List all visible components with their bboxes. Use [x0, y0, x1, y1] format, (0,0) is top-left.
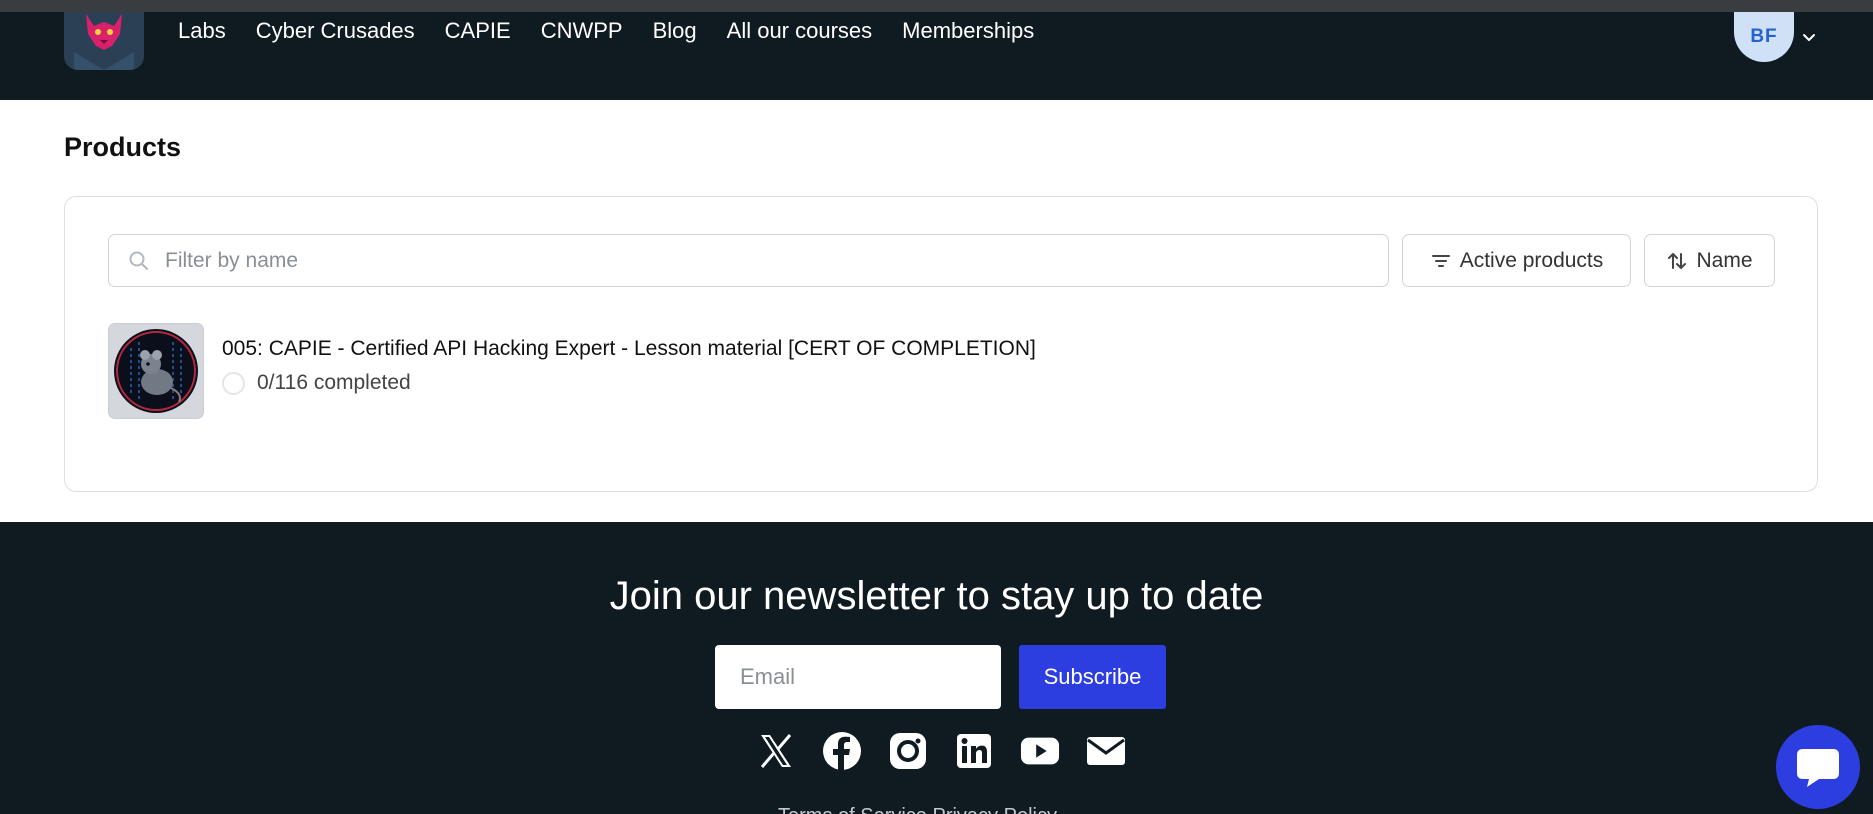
- status-filter-button[interactable]: Active products: [1402, 234, 1631, 287]
- search-icon: [129, 251, 148, 270]
- sort-icon: [1668, 252, 1687, 269]
- chat-bubble-icon: [1797, 749, 1839, 787]
- legal-links[interactable]: Terms of Service Privacy Policy: [778, 805, 1057, 814]
- site-header: Labs Cyber Crusades CAPIE CNWPP Blog All…: [0, 12, 1873, 100]
- progress-ring-icon: [222, 371, 245, 395]
- site-footer: Join our newsletter to stay up to date S…: [0, 522, 1873, 814]
- nav-capie[interactable]: CAPIE: [445, 18, 511, 44]
- nav-labs[interactable]: Labs: [178, 18, 226, 44]
- product-item[interactable]: 005: CAPIE - Certified API Hacking Exper…: [108, 323, 1036, 419]
- avatar: BF: [1734, 12, 1794, 62]
- search-input[interactable]: [165, 248, 1365, 273]
- product-title: 005: CAPIE - Certified API Hacking Exper…: [222, 337, 1036, 360]
- product-thumbnail: [108, 323, 204, 419]
- products-card: Active products Name 005: CAPIE - Certif…: [64, 196, 1818, 492]
- filter-icon: [1431, 254, 1450, 267]
- mail-icon[interactable]: [1086, 730, 1126, 772]
- sort-button[interactable]: Name: [1644, 234, 1775, 287]
- sort-label: Name: [1696, 248, 1753, 272]
- progress-text: 0/116 completed: [257, 371, 411, 394]
- status-filter-label: Active products: [1459, 248, 1604, 272]
- linkedin-icon[interactable]: [954, 730, 994, 772]
- nav-memberships[interactable]: Memberships: [902, 18, 1034, 44]
- email-field[interactable]: [715, 645, 1001, 709]
- facebook-icon[interactable]: [822, 730, 862, 772]
- subscribe-button[interactable]: Subscribe: [1019, 645, 1166, 709]
- rat-image-icon: [114, 329, 198, 413]
- newsletter-title: Join our newsletter to stay up to date: [609, 574, 1264, 618]
- nav-cyber-crusades[interactable]: Cyber Crusades: [256, 18, 415, 44]
- search-box: [108, 234, 1389, 287]
- x-icon[interactable]: [756, 730, 796, 772]
- bat-logo-icon: [64, 12, 144, 70]
- user-menu[interactable]: BF: [1734, 12, 1818, 62]
- nav-blog[interactable]: Blog: [653, 18, 697, 44]
- social-links: [756, 730, 1126, 772]
- nav-all-courses[interactable]: All our courses: [727, 18, 873, 44]
- product-progress: 0/116 completed: [222, 371, 1036, 395]
- site-logo[interactable]: [64, 12, 144, 70]
- page-title: Products: [64, 132, 182, 162]
- instagram-icon[interactable]: [888, 730, 928, 772]
- chat-widget-button[interactable]: [1776, 725, 1860, 809]
- youtube-icon[interactable]: [1020, 730, 1060, 772]
- browser-top-strip: [0, 0, 1873, 12]
- main-nav: Labs Cyber Crusades CAPIE CNWPP Blog All…: [178, 18, 1034, 44]
- chevron-down-icon: [1803, 34, 1815, 41]
- nav-cnwpp[interactable]: CNWPP: [541, 18, 623, 44]
